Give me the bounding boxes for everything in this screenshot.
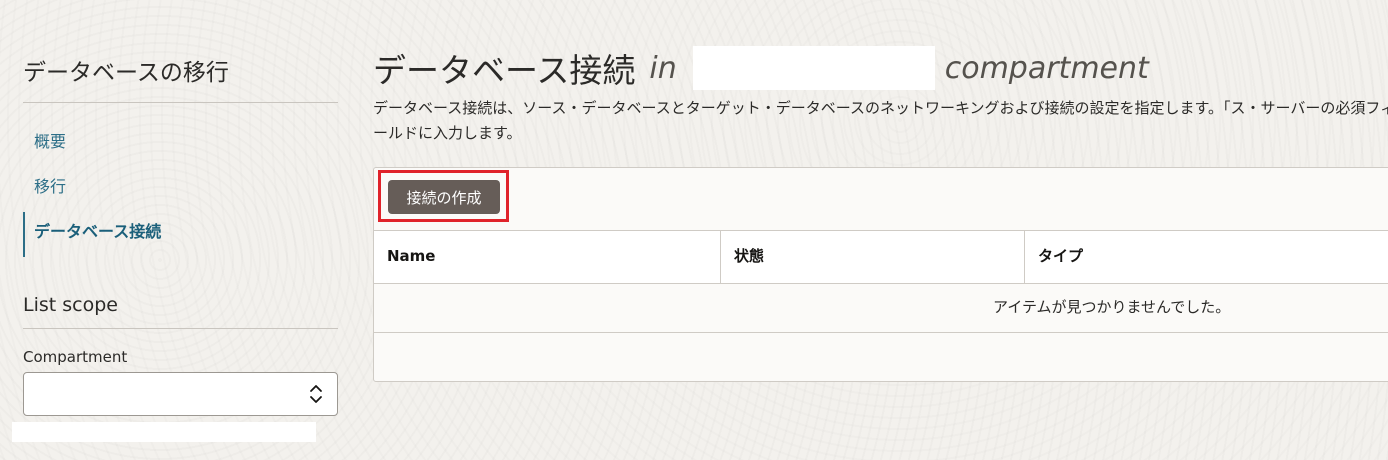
compartment-select[interactable]: [23, 372, 338, 416]
sidebar-title: データベースの移行: [23, 60, 229, 86]
page-title: データベース接続 in compartment: [373, 44, 1149, 92]
page-title-compartment: compartment: [944, 50, 1149, 86]
page-title-compartment-name: [692, 46, 935, 90]
table-header: Name 状態 タイプ: [374, 230, 1388, 284]
chevron-up-down-icon: [310, 385, 322, 403]
sidebar-item-overview[interactable]: 概要: [23, 122, 338, 167]
redacted-area: [12, 422, 316, 442]
page-title-text: データベース接続: [373, 51, 636, 90]
sidebar-nav: 概要 移行 データベース接続: [23, 122, 338, 257]
column-header-type[interactable]: タイプ: [1025, 231, 1388, 283]
highlight-annotation: [378, 170, 509, 222]
compartment-label: Compartment: [23, 348, 128, 366]
page-title-in: in: [649, 50, 677, 86]
connections-table: Name 状態 タイプ アイテムが見つかりませんでした。: [374, 230, 1388, 333]
page-description: データベース接続は、ソース・データベースとターゲット・データベースのネットワーキ…: [373, 99, 1388, 142]
column-header-state[interactable]: 状態: [721, 231, 1025, 283]
empty-message: アイテムが見つかりませんでした。: [993, 298, 1231, 316]
sidebar-item-database-connections[interactable]: データベース接続: [23, 212, 338, 257]
list-scope-title: List scope: [23, 294, 118, 316]
sidebar-divider: [23, 102, 338, 103]
table-empty-row: アイテムが見つかりませんでした。: [374, 284, 1388, 333]
list-scope-divider: [23, 328, 338, 329]
sidebar-item-migrations[interactable]: 移行: [23, 167, 338, 212]
column-header-name[interactable]: Name: [374, 231, 721, 283]
